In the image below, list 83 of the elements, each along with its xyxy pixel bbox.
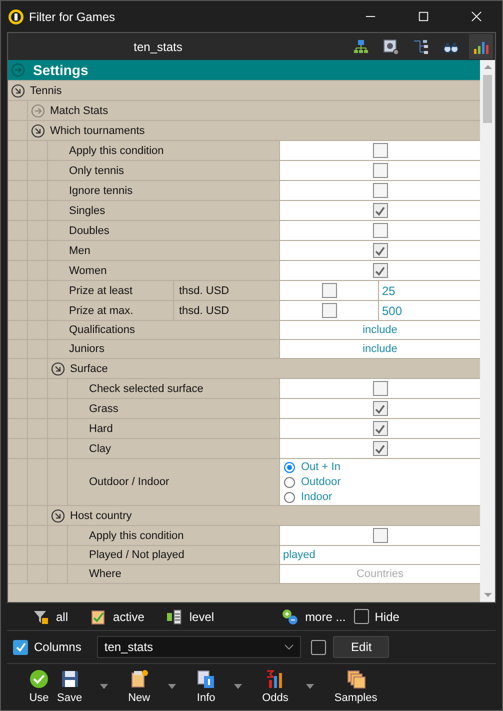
tree-group-row[interactable]: Which tournaments — [28, 121, 480, 140]
property-label: Only tennis — [68, 164, 126, 178]
toolbar-button[interactable]: Odds — [258, 668, 292, 704]
checkbox[interactable] — [372, 143, 388, 158]
info-document-icon — [196, 668, 216, 688]
property-label: Prize at max. — [68, 304, 134, 318]
property-label: Grass — [88, 402, 120, 416]
toolbar-button[interactable]: Save — [53, 668, 86, 704]
checkbox[interactable] — [372, 401, 388, 416]
choice-value[interactable]: include — [362, 343, 398, 355]
property-label: Apply this condition — [68, 144, 165, 158]
view-title: ten_stats — [132, 40, 184, 54]
property-label: Women — [68, 264, 108, 278]
property-label: Singles — [68, 204, 106, 218]
property-label: Where — [88, 567, 122, 582]
checkbox[interactable] — [311, 640, 326, 654]
filter-button[interactable]: more ... — [282, 608, 346, 624]
check-circle-icon — [29, 668, 49, 688]
property-label: Men — [68, 244, 92, 258]
caret-icon[interactable] — [234, 684, 242, 688]
scrollbar[interactable] — [480, 60, 495, 602]
checkbox[interactable] — [372, 203, 388, 218]
bar-chart-icon[interactable] — [469, 34, 493, 59]
property-label: Prize at least — [68, 284, 134, 298]
radio-option[interactable]: Outdoor — [284, 476, 476, 488]
property-label: Check selected surface — [88, 382, 204, 396]
maximize-icon[interactable] — [418, 11, 429, 22]
plus-minus-icon — [282, 608, 298, 624]
checkbox[interactable] — [372, 441, 388, 456]
checkbox[interactable] — [372, 243, 388, 258]
choice-value[interactable]: include — [362, 324, 398, 336]
property-label: Ignore tennis — [68, 184, 134, 198]
checkbox[interactable] — [372, 528, 388, 543]
scroll-thumb[interactable] — [483, 75, 492, 123]
clipboard-check-icon — [90, 608, 106, 624]
chevron-down-icon — [284, 644, 294, 650]
property-label: Played / Not played — [88, 548, 186, 563]
tree-group-row[interactable]: Surface — [48, 359, 480, 378]
checkbox[interactable] — [372, 183, 388, 198]
toolbar-button[interactable]: Info — [192, 668, 220, 704]
filter-button[interactable]: level — [166, 608, 214, 624]
stacked-pages-icon — [346, 668, 366, 688]
text-value[interactable]: played — [280, 549, 316, 561]
tree-group-row[interactable]: Match Stats — [28, 101, 480, 120]
close-icon[interactable] — [471, 11, 482, 22]
filter-button[interactable]: active — [90, 608, 144, 624]
checkbox[interactable] — [322, 283, 336, 298]
list-icon — [166, 608, 182, 624]
edit-button[interactable]: Edit — [333, 636, 390, 658]
property-label: Juniors — [68, 342, 106, 357]
toolbar-button[interactable]: New — [124, 668, 154, 704]
tree-group-row[interactable]: Tennis — [8, 81, 480, 100]
columns-dropdown[interactable]: ten_stats — [97, 636, 302, 658]
property-label: Hard — [88, 422, 114, 436]
radio-option[interactable]: Indoor — [284, 491, 476, 503]
caret-icon[interactable] — [168, 684, 176, 688]
radio-option[interactable]: Out + In — [284, 461, 476, 473]
app-logo-icon — [8, 8, 24, 24]
property-label: Doubles — [68, 224, 110, 238]
property-label: Apply this condition — [88, 528, 185, 544]
caret-icon[interactable] — [306, 684, 314, 688]
filter-button[interactable]: all — [33, 608, 68, 624]
property-label: Qualifications — [68, 323, 136, 338]
checkbox[interactable] — [322, 303, 336, 318]
checkmark-icon — [14, 641, 26, 653]
checkbox[interactable] — [372, 381, 388, 396]
checkbox[interactable] — [372, 163, 388, 178]
toolbar-button[interactable]: Use — [25, 668, 53, 704]
window-title: Filter for Games — [29, 10, 116, 24]
property-label: Outdoor / Indoor — [88, 475, 170, 490]
checkbox[interactable] — [372, 421, 388, 436]
settings-header[interactable]: Settings — [8, 60, 480, 81]
columns-checkbox[interactable]: Columns — [13, 640, 82, 654]
checkbox[interactable] — [372, 263, 388, 278]
arrow-circle-icon — [11, 63, 25, 77]
funnel-icon — [33, 608, 49, 624]
toolbar-button[interactable]: Samples — [330, 668, 382, 704]
property-label: Clay — [88, 442, 112, 456]
hide-checkbox[interactable]: Hide — [354, 609, 400, 624]
tree-group-row[interactable]: Host country — [48, 506, 480, 525]
caret-icon[interactable] — [100, 684, 108, 688]
checkbox[interactable] — [372, 223, 388, 238]
clipboard-icon — [129, 668, 150, 688]
